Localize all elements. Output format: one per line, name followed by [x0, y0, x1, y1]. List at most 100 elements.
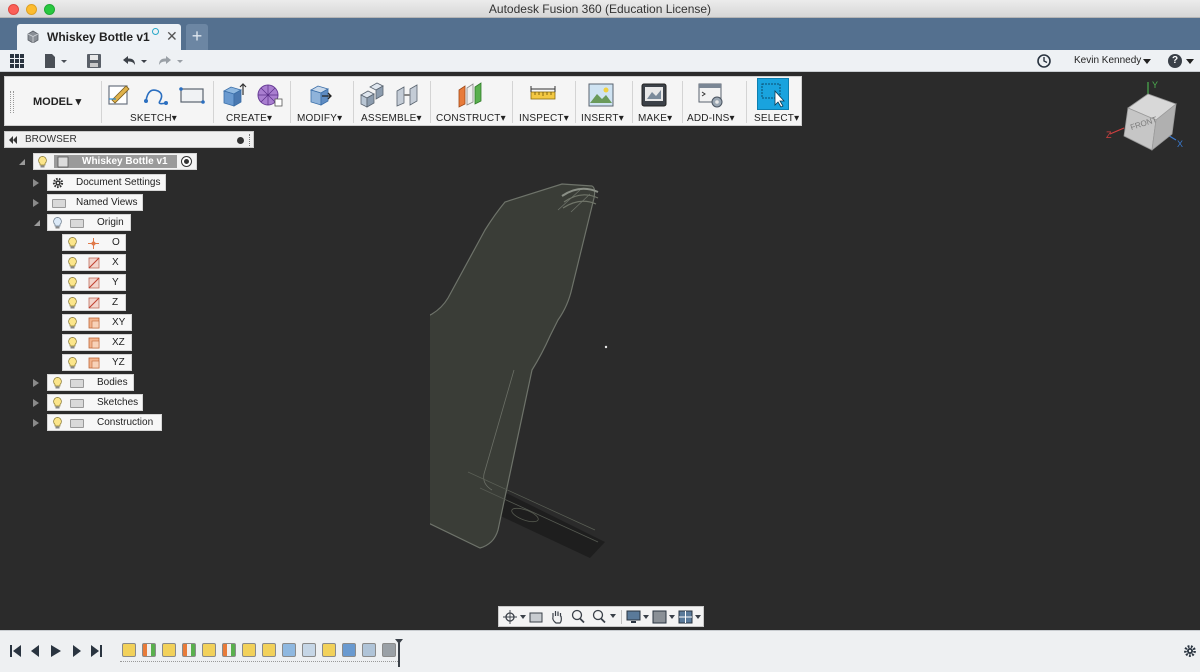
visibility-bulb-icon[interactable]: [38, 156, 47, 168]
scripts-and-addins-icon[interactable]: [697, 81, 725, 109]
make-menu[interactable]: MAKE▾: [638, 113, 672, 124]
expand-arrow-icon[interactable]: [33, 199, 39, 207]
browser-item-named-views[interactable]: Named Views: [47, 194, 143, 211]
look-at-icon[interactable]: [529, 610, 543, 624]
timeline-extrude-feature[interactable]: [342, 643, 356, 657]
user-account-menu[interactable]: Kevin Kennedy: [1074, 55, 1141, 66]
timeline-sketch-feature[interactable]: [262, 643, 276, 657]
timeline-plane-feature[interactable]: [182, 643, 196, 657]
insert-menu[interactable]: INSERT▾: [581, 113, 624, 124]
timeline-settings-gear-icon[interactable]: [1183, 644, 1197, 658]
help-button[interactable]: ?: [1168, 54, 1182, 68]
whiskey-bottle-model[interactable]: [430, 170, 620, 570]
panel-resize-grip[interactable]: [249, 134, 252, 146]
press-pull-icon[interactable]: [306, 81, 334, 109]
origin-item-xy[interactable]: XY: [62, 314, 132, 331]
job-status-clock-icon[interactable]: [1036, 53, 1052, 69]
activate-component-radio[interactable]: [181, 156, 192, 167]
panel-pin-icon[interactable]: [237, 137, 244, 144]
expand-arrow-icon[interactable]: [33, 419, 39, 427]
browser-item-origin[interactable]: Origin: [47, 214, 131, 231]
visibility-bulb-icon[interactable]: [53, 377, 62, 389]
expand-arrow-icon[interactable]: [33, 379, 39, 387]
browser-item-document-settings[interactable]: Document Settings: [47, 174, 166, 191]
timeline-plane-feature[interactable]: [222, 643, 236, 657]
chevron-down-icon[interactable]: [1142, 58, 1152, 66]
visibility-bulb-icon[interactable]: [68, 257, 77, 269]
browser-item-bodies[interactable]: Bodies: [47, 374, 134, 391]
new-component-icon[interactable]: [358, 81, 386, 109]
grid-and-snaps-icon[interactable]: [652, 610, 676, 624]
step-back-icon[interactable]: [30, 644, 42, 658]
construct-menu[interactable]: CONSTRUCT▾: [436, 113, 506, 124]
chevron-down-icon[interactable]: [1185, 58, 1195, 66]
origin-item-z[interactable]: Z: [62, 294, 126, 311]
visibility-bulb-icon[interactable]: [68, 237, 77, 249]
origin-item-o[interactable]: O: [62, 234, 126, 251]
modify-menu[interactable]: MODIFY▾: [297, 113, 342, 124]
timeline-shell-feature[interactable]: [302, 643, 316, 657]
orbit-icon[interactable]: [503, 610, 527, 624]
addins-menu[interactable]: ADD-INS▾: [687, 113, 735, 124]
browser-panel-header[interactable]: BROWSER: [4, 131, 254, 148]
browser-root-item[interactable]: Whiskey Bottle v1: [33, 153, 197, 170]
expand-collapse-icon[interactable]: [33, 219, 41, 227]
origin-item-xz[interactable]: XZ: [62, 334, 132, 351]
file-menu-icon[interactable]: [43, 53, 69, 69]
viewports-icon[interactable]: [678, 610, 702, 624]
toolbar-grip[interactable]: [10, 91, 14, 113]
visibility-bulb-icon[interactable]: [53, 397, 62, 409]
play-icon[interactable]: [50, 644, 62, 658]
view-cube[interactable]: Y Z X FRONT: [1104, 78, 1196, 160]
line-spline-icon[interactable]: [142, 81, 170, 109]
undo-icon[interactable]: [119, 53, 149, 69]
timeline-sketch-feature[interactable]: [162, 643, 176, 657]
select-menu[interactable]: SELECT▾: [754, 113, 799, 124]
browser-item-sketches[interactable]: Sketches: [47, 394, 143, 411]
zoom-icon[interactable]: [571, 609, 585, 624]
create-menu[interactable]: CREATE▾: [226, 113, 272, 124]
document-tab[interactable]: Whiskey Bottle v1 ✕: [17, 24, 181, 50]
workspace-switcher[interactable]: MODEL ▾: [33, 95, 81, 108]
timeline-fillet-feature[interactable]: [362, 643, 376, 657]
pan-hand-icon[interactable]: [550, 609, 564, 624]
timeline-plane-feature[interactable]: [142, 643, 156, 657]
timeline-sketch-feature[interactable]: [322, 643, 336, 657]
visibility-bulb-icon[interactable]: [68, 297, 77, 309]
assemble-menu[interactable]: ASSEMBLE▾: [361, 113, 422, 124]
timeline-marker[interactable]: [394, 638, 404, 668]
step-forward-icon[interactable]: [70, 644, 82, 658]
visibility-bulb-icon[interactable]: [68, 317, 77, 329]
collapse-panel-icon[interactable]: [8, 136, 18, 144]
joint-icon[interactable]: [394, 81, 422, 109]
create-form-icon[interactable]: [255, 81, 283, 109]
go-to-start-icon[interactable]: [10, 644, 22, 658]
offset-plane-icon[interactable]: [456, 81, 484, 109]
measure-icon[interactable]: [529, 81, 557, 109]
inspect-menu[interactable]: INSPECT▾: [519, 113, 569, 124]
data-panel-grid-icon[interactable]: [9, 53, 25, 69]
timeline-sketch-feature[interactable]: [202, 643, 216, 657]
origin-item-yz[interactable]: YZ: [62, 354, 132, 371]
redo-icon[interactable]: [155, 53, 185, 69]
go-to-end-icon[interactable]: [90, 644, 102, 658]
timeline-sketch-feature[interactable]: [242, 643, 256, 657]
3d-print-icon[interactable]: [640, 81, 668, 109]
visibility-bulb-icon[interactable]: [68, 357, 77, 369]
minimize-window-button[interactable]: [26, 4, 37, 15]
new-tab-button[interactable]: +: [186, 24, 208, 50]
extrude-icon[interactable]: [219, 81, 247, 109]
expand-arrow-icon[interactable]: [33, 399, 39, 407]
maximize-window-button[interactable]: [44, 4, 55, 15]
rectangle-icon[interactable]: [178, 81, 206, 109]
fit-zoom-window-icon[interactable]: [592, 609, 618, 624]
expand-arrow-icon[interactable]: [33, 179, 39, 187]
close-tab-button[interactable]: ✕: [166, 28, 178, 45]
save-icon[interactable]: [86, 53, 102, 69]
origin-item-y[interactable]: Y: [62, 274, 126, 291]
display-settings-icon[interactable]: [626, 610, 650, 624]
expand-collapse-icon[interactable]: [18, 158, 26, 166]
visibility-bulb-icon[interactable]: [53, 217, 62, 229]
create-sketch-icon[interactable]: [106, 81, 134, 109]
browser-item-construction[interactable]: Construction: [47, 414, 162, 431]
